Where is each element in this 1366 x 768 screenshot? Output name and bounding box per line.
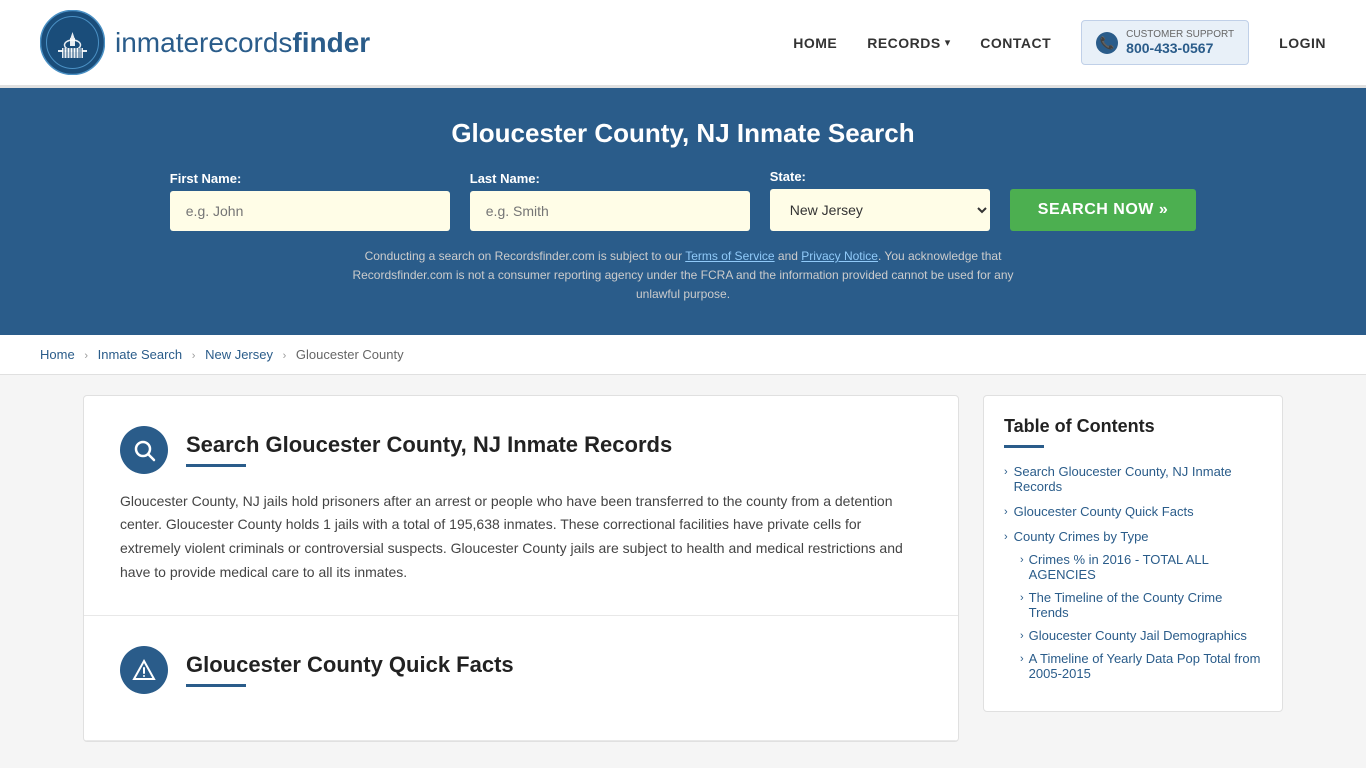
last-name-group: Last Name:: [470, 171, 750, 231]
privacy-link[interactable]: Privacy Notice: [801, 249, 878, 263]
last-name-input[interactable]: [470, 191, 750, 231]
toc-link-inmate-records[interactable]: › Search Gloucester County, NJ Inmate Re…: [1004, 464, 1262, 494]
banner-title: Gloucester County, NJ Inmate Search: [40, 118, 1326, 149]
state-label: State:: [770, 169, 990, 184]
toc-sub-item-1: › Crimes % in 2016 - TOTAL ALL AGENCIES: [1020, 552, 1262, 582]
site-header: inmaterecordsfinder HOME RECORDS ▾ CONTA…: [0, 0, 1366, 88]
content-area: Search Gloucester County, NJ Inmate Reco…: [83, 395, 959, 742]
sub-chevron-2: ›: [1020, 592, 1024, 604]
breadcrumb-home[interactable]: Home: [40, 347, 75, 362]
search-banner: Gloucester County, NJ Inmate Search Firs…: [0, 88, 1366, 335]
toc-item-2: › Gloucester County Quick Facts: [1004, 504, 1262, 519]
sub-chevron-3: ›: [1020, 630, 1024, 642]
logo-text: inmaterecordsfinder: [115, 27, 370, 59]
state-select[interactable]: New Jersey Alabama Alaska Arizona Califo…: [770, 189, 990, 231]
toc-item-3: › County Crimes by Type › Crimes % in 20…: [1004, 529, 1262, 681]
inmate-records-title: Search Gloucester County, NJ Inmate Reco…: [186, 432, 672, 458]
toc-box: Table of Contents › Search Gloucester Co…: [983, 395, 1283, 712]
quick-facts-icon: [120, 646, 168, 694]
quick-facts-underline: [186, 684, 246, 687]
title-underline: [186, 464, 246, 467]
inmate-records-section: Search Gloucester County, NJ Inmate Reco…: [84, 396, 958, 616]
support-phone: 800-433-0567: [1126, 40, 1234, 56]
phone-icon: 📞: [1096, 32, 1118, 54]
last-name-label: Last Name:: [470, 171, 750, 186]
chevron-icon-3: ›: [1004, 531, 1008, 543]
toc-sub-item-2: › The Timeline of the County Crime Trend…: [1020, 590, 1262, 620]
toc-link-county-crimes[interactable]: › County Crimes by Type: [1004, 529, 1262, 544]
toc-list: › Search Gloucester County, NJ Inmate Re…: [1004, 464, 1262, 681]
support-label: CUSTOMER SUPPORT: [1126, 29, 1234, 40]
breadcrumb-inmate-search[interactable]: Inmate Search: [98, 347, 183, 362]
nav-home[interactable]: HOME: [793, 35, 837, 51]
records-dropdown-icon: ▾: [945, 36, 951, 49]
toc-title: Table of Contents: [1004, 416, 1262, 437]
terms-link[interactable]: Terms of Service: [685, 249, 774, 263]
quick-facts-section: Gloucester County Quick Facts: [84, 616, 958, 741]
first-name-label: First Name:: [170, 171, 450, 186]
toc-divider: [1004, 445, 1044, 448]
inmate-records-body: Gloucester County, NJ jails hold prisone…: [120, 490, 922, 585]
nav-records[interactable]: RECORDS: [867, 35, 941, 51]
sub-chevron-1: ›: [1020, 554, 1024, 566]
disclaimer-text: Conducting a search on Recordsfinder.com…: [333, 247, 1033, 305]
breadcrumb-sep-3: ›: [283, 350, 287, 362]
toc-link-jail-demographics[interactable]: › Gloucester County Jail Demographics: [1020, 628, 1262, 643]
inmate-records-header: Search Gloucester County, NJ Inmate Reco…: [120, 426, 922, 474]
nav-records-group: RECORDS ▾: [867, 35, 950, 51]
toc-sub-item-4: › A Timeline of Yearly Data Pop Total fr…: [1020, 651, 1262, 681]
breadcrumb-new-jersey[interactable]: New Jersey: [205, 347, 273, 362]
toc-sub-item-3: › Gloucester County Jail Demographics: [1020, 628, 1262, 643]
nav-login[interactable]: LOGIN: [1279, 35, 1326, 51]
breadcrumb-sep-2: ›: [192, 350, 196, 362]
breadcrumb: Home › Inmate Search › New Jersey › Glou…: [0, 335, 1366, 375]
chevron-icon-1: ›: [1004, 466, 1008, 478]
search-section-icon: [120, 426, 168, 474]
nav-contact[interactable]: CONTACT: [980, 35, 1051, 51]
logo-icon: [40, 10, 105, 75]
first-name-group: First Name:: [170, 171, 450, 231]
breadcrumb-current: Gloucester County: [296, 347, 404, 362]
customer-support-button[interactable]: 📞 CUSTOMER SUPPORT 800-433-0567: [1081, 20, 1249, 65]
first-name-input[interactable]: [170, 191, 450, 231]
toc-sub-list: › Crimes % in 2016 - TOTAL ALL AGENCIES …: [1004, 552, 1262, 681]
state-group: State: New Jersey Alabama Alaska Arizona…: [770, 169, 990, 231]
sub-chevron-4: ›: [1020, 653, 1024, 665]
toc-link-crimes-2016[interactable]: › Crimes % in 2016 - TOTAL ALL AGENCIES: [1020, 552, 1262, 582]
search-form: First Name: Last Name: State: New Jersey…: [40, 169, 1326, 231]
toc-item-1: › Search Gloucester County, NJ Inmate Re…: [1004, 464, 1262, 494]
main-nav: HOME RECORDS ▾ CONTACT 📞 CUSTOMER SUPPOR…: [793, 20, 1326, 65]
logo-area: inmaterecordsfinder: [40, 10, 370, 75]
main-content: Search Gloucester County, NJ Inmate Reco…: [43, 395, 1323, 742]
sidebar: Table of Contents › Search Gloucester Co…: [983, 395, 1283, 742]
quick-facts-title: Gloucester County Quick Facts: [186, 652, 514, 678]
toc-link-quick-facts[interactable]: › Gloucester County Quick Facts: [1004, 504, 1262, 519]
toc-link-yearly-data[interactable]: › A Timeline of Yearly Data Pop Total fr…: [1020, 651, 1262, 681]
toc-link-crime-trends[interactable]: › The Timeline of the County Crime Trend…: [1020, 590, 1262, 620]
chevron-icon-2: ›: [1004, 506, 1008, 518]
quick-facts-header: Gloucester County Quick Facts: [120, 646, 922, 694]
search-button[interactable]: SEARCH NOW »: [1010, 189, 1196, 231]
breadcrumb-sep-1: ›: [84, 350, 88, 362]
